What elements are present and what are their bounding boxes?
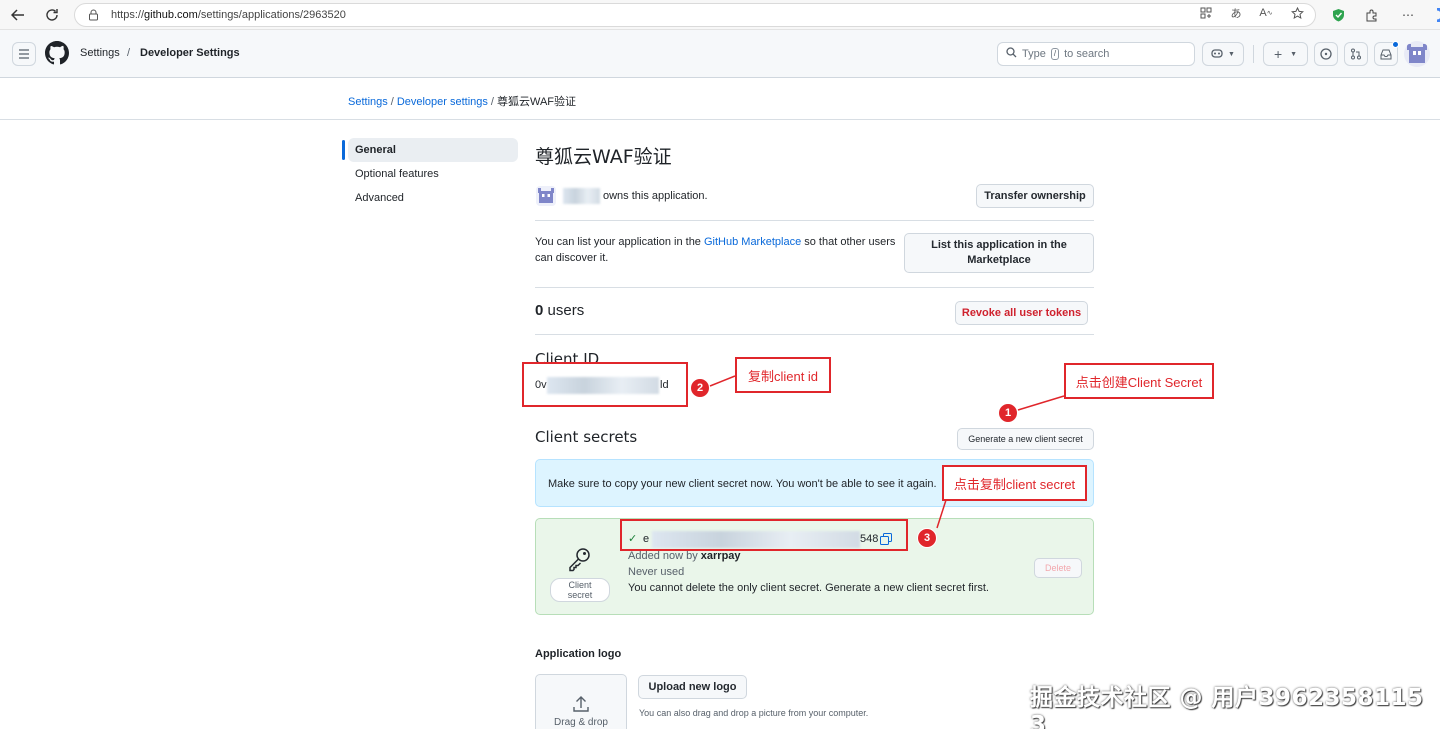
profile-color-icon[interactable] xyxy=(1428,6,1440,24)
annotation-number-2: 2 xyxy=(690,378,710,398)
breadcrumb-current: 尊狐云WAF验证 xyxy=(496,96,577,108)
upload-logo-button[interactable]: Upload new logo xyxy=(638,675,747,699)
cannot-delete-text: You cannot delete the only client secret… xyxy=(628,582,989,594)
github-logo-icon[interactable] xyxy=(45,41,69,65)
copilot-icon xyxy=(1211,47,1223,61)
pull-requests-icon[interactable] xyxy=(1344,42,1368,66)
breadcrumb-developer-settings-link[interactable]: Developer settings xyxy=(397,96,488,108)
delete-button[interactable]: Delete xyxy=(1034,558,1082,578)
inbox-icon[interactable] xyxy=(1374,41,1399,66)
shield-extension-icon[interactable] xyxy=(1329,6,1347,24)
sidebar-item-advanced[interactable]: Advanced xyxy=(348,186,518,210)
annotation-box-client-id xyxy=(522,362,688,407)
search-placeholder-pre: Type xyxy=(1022,48,1046,60)
read-aloud-icon[interactable]: A ∿ xyxy=(1258,5,1274,21)
annotation-box-secret xyxy=(620,519,908,551)
sidebar-item-optional-features[interactable]: Optional features xyxy=(348,162,518,186)
never-used-text: Never used xyxy=(628,566,685,578)
breadcrumb-settings-link[interactable]: Settings xyxy=(348,96,388,108)
client-secrets-heading: Client secrets xyxy=(535,428,638,446)
key-container: Client secret xyxy=(550,545,610,602)
extensions-puzzle-icon[interactable] xyxy=(1362,6,1380,24)
more-menu-icon[interactable]: ⋯ xyxy=(1399,6,1417,24)
upload-icon xyxy=(536,695,626,716)
watermark: 掘金技术社区 @ 用户3962358115​3 xyxy=(1030,685,1424,729)
owns-text: owns this application. xyxy=(603,190,708,202)
marketplace-description: You can list your application in the Git… xyxy=(535,236,896,264)
page-title: 尊狐云WAF验证 xyxy=(535,146,672,168)
generate-client-secret-button[interactable]: Generate a new client secret xyxy=(957,428,1094,450)
github-header: Settings / Developer Settings Type / to … xyxy=(0,30,1440,78)
browser-toolbar: https://github.com/settings/applications… xyxy=(0,0,1440,30)
header-crumb-developer-settings[interactable]: Developer Settings xyxy=(140,47,240,59)
url-text: https://github.com/settings/applications… xyxy=(111,9,346,21)
search-shortcut-key: / xyxy=(1050,48,1060,60)
drag-help-text: You can also drag and drop a picture fro… xyxy=(639,708,869,718)
header-crumb-separator: / xyxy=(127,47,131,59)
search-placeholder-post: to search xyxy=(1064,48,1110,60)
create-new-button[interactable]: + ▼ xyxy=(1263,42,1308,66)
hamburger-menu-icon[interactable] xyxy=(12,42,36,66)
avatar[interactable] xyxy=(1404,41,1430,67)
drag-drop-text: Drag & drop xyxy=(554,717,608,728)
key-icon xyxy=(550,545,610,576)
sidebar-item-general[interactable]: General xyxy=(342,138,518,162)
breadcrumb: Settings / Developer settings / 尊狐云WAF验证 xyxy=(348,96,577,108)
copilot-button[interactable]: ▼ xyxy=(1202,42,1244,66)
marketplace-link[interactable]: GitHub Marketplace xyxy=(704,236,801,248)
search-input[interactable]: Type / to search xyxy=(997,42,1195,66)
divider xyxy=(535,220,1094,221)
annotation-number-1: 1 xyxy=(998,403,1018,423)
notification-dot xyxy=(1392,41,1399,48)
back-icon[interactable] xyxy=(8,5,28,25)
owner-avatar xyxy=(536,186,556,206)
address-bar[interactable]: https://github.com/settings/applications… xyxy=(74,3,1316,27)
client-secret-badge: Client secret xyxy=(550,578,610,602)
search-icon xyxy=(1006,47,1017,61)
lock-icon xyxy=(88,9,99,24)
reload-icon[interactable] xyxy=(42,5,62,25)
users-count-heading: 0 users xyxy=(535,302,585,319)
header-crumb-settings[interactable]: Settings xyxy=(80,47,120,59)
chevron-down-icon: ▼ xyxy=(1228,50,1235,58)
issues-icon[interactable] xyxy=(1314,42,1338,66)
annotation-label-copy-secret: 点击复制client secret xyxy=(942,465,1087,501)
application-logo-heading: Application logo xyxy=(535,648,622,660)
annotation-label-create-secret: 点击创建Client Secret xyxy=(1064,363,1214,399)
flash-text: Make sure to copy your new client secret… xyxy=(548,478,937,490)
annotation-number-3: 3 xyxy=(917,528,937,548)
revoke-tokens-button[interactable]: Revoke all user tokens xyxy=(955,301,1088,325)
annotation-label-copy-client-id: 复制client id xyxy=(735,357,831,393)
chevron-down-icon: ▼ xyxy=(1290,50,1298,58)
list-marketplace-button[interactable]: List this application in the Marketplace xyxy=(904,233,1094,273)
transfer-ownership-button[interactable]: Transfer ownership xyxy=(976,184,1094,208)
logo-drop-zone[interactable]: Drag & drop xyxy=(535,674,627,729)
divider xyxy=(535,287,1094,288)
owner-name-blurred xyxy=(563,188,600,204)
favorite-star-icon[interactable] xyxy=(1289,5,1305,21)
divider xyxy=(535,334,1094,335)
breadcrumb-bar: Settings / Developer settings / 尊狐云WAF验证 xyxy=(0,78,1440,120)
app-grid-icon[interactable] xyxy=(1198,5,1214,21)
plus-icon: + xyxy=(1273,46,1283,62)
translate-icon[interactable]: あ xyxy=(1228,5,1244,21)
